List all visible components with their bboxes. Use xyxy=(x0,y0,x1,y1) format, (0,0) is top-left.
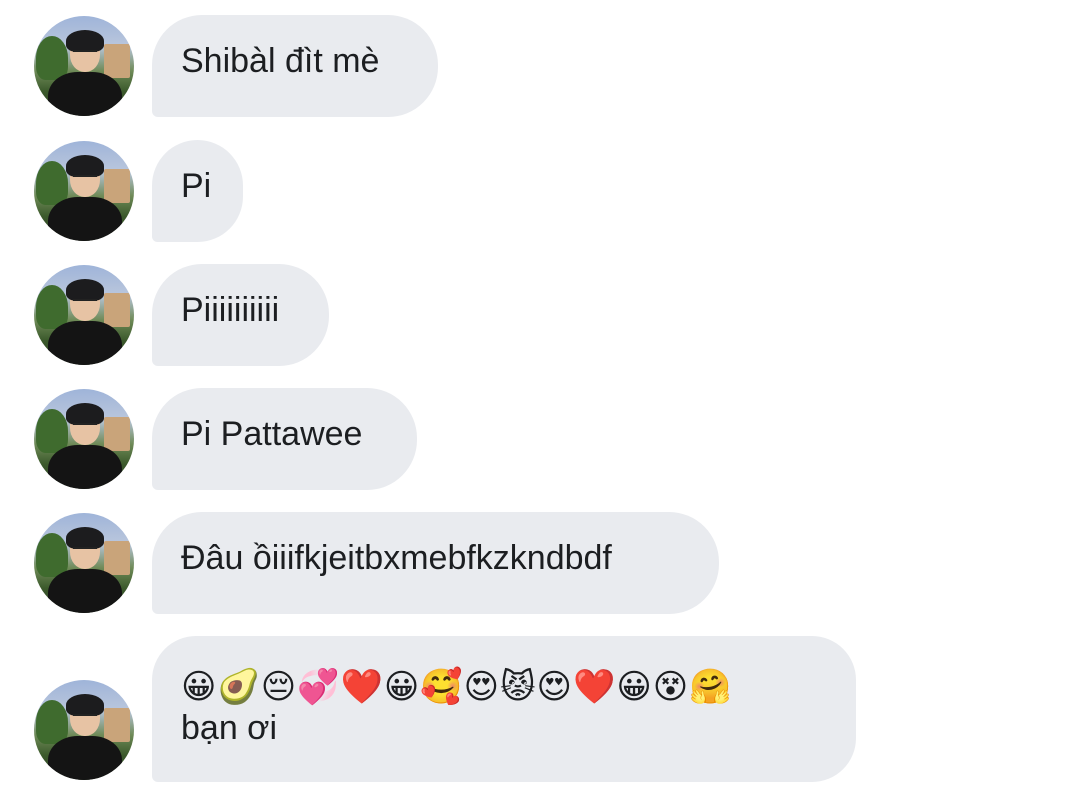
avatar[interactable] xyxy=(34,265,134,365)
message-bubble[interactable]: 😀🥑😔💞❤️😀🥰😍😾😍❤️😀😵🤗 bạn ơi xyxy=(152,636,856,782)
avatar[interactable] xyxy=(34,16,134,116)
message-text: Piiiiiiiiii xyxy=(181,291,280,329)
message-bubble[interactable]: Pi xyxy=(152,140,243,242)
message-bubble[interactable]: Đâu ồiiifkjeitbxmebfkzkndbdf xyxy=(152,512,719,614)
message-text: Pi xyxy=(181,167,212,205)
message-row: Pi Pattawee xyxy=(0,388,1080,490)
message-text: bạn ơi xyxy=(181,709,278,747)
message-text: Đâu ồiiifkjeitbxmebfkzkndbdf xyxy=(181,539,612,577)
message-row: Piiiiiiiiii xyxy=(0,264,1080,366)
emoji-sequence: 😀🥑😔💞❤️😀🥰😍😾😍❤️😀😵🤗 xyxy=(181,667,733,707)
message-row: Đâu ồiiifkjeitbxmebfkzkndbdf xyxy=(0,512,1080,614)
avatar[interactable] xyxy=(34,680,134,780)
message-text: Shibàl đìt mè xyxy=(181,42,380,80)
message-bubble[interactable]: Piiiiiiiiii xyxy=(152,264,329,366)
avatar[interactable] xyxy=(34,389,134,489)
avatar[interactable] xyxy=(34,141,134,241)
avatar[interactable] xyxy=(34,513,134,613)
message-bubble[interactable]: Pi Pattawee xyxy=(152,388,417,490)
message-row: 😀🥑😔💞❤️😀🥰😍😾😍❤️😀😵🤗 bạn ơi xyxy=(0,636,1080,782)
message-row: Shibàl đìt mè xyxy=(0,15,1080,117)
message-row: Pi xyxy=(0,140,1080,242)
message-bubble[interactable]: Shibàl đìt mè xyxy=(152,15,438,117)
message-text: Pi Pattawee xyxy=(181,415,363,453)
